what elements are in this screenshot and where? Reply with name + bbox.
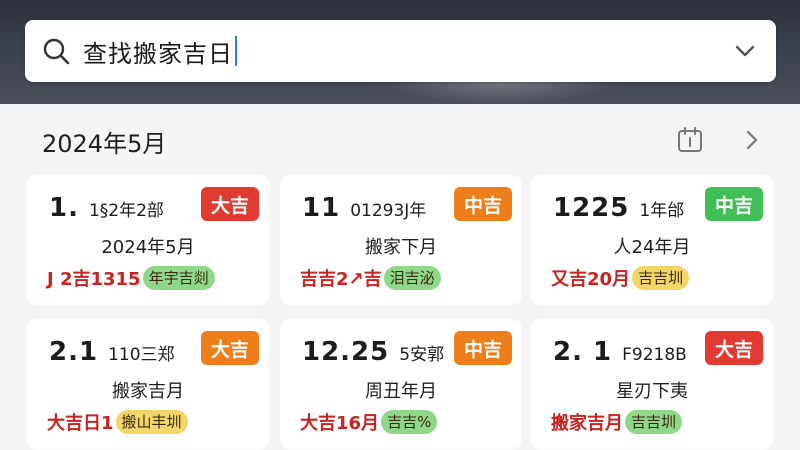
calendar-panel: 2024年5月 1. 1§2年2部 大吉 2024年5月 J 2吉1315 年宇… xyxy=(0,104,800,450)
card-date-line: 2. 1 F9218B xyxy=(553,337,687,367)
card-tag-pill: 泪吉泌 xyxy=(383,266,441,290)
card-subtext: 1年邰 xyxy=(639,201,685,221)
card-date-line: 12.25 5安郭 xyxy=(302,337,444,367)
card-tag-pill: 搬山丰圳 xyxy=(115,410,188,434)
date-card[interactable]: 2.1 110三郑 大吉 搬家吉月 大吉日1 搬山丰圳 xyxy=(27,319,269,449)
card-detail-line: 吉吉2↗吉 泪吉泌 xyxy=(300,265,441,291)
search-bar[interactable]: 查找搬家吉日 xyxy=(25,20,776,82)
date-card[interactable]: 1. 1§2年2部 大吉 2024年5月 J 2吉1315 年宇吉剡 xyxy=(27,175,269,305)
card-detail-line: 大吉16月 吉吉% xyxy=(300,409,438,435)
luck-badge: 大吉 xyxy=(704,331,763,365)
luck-badge: 中吉 xyxy=(453,187,512,221)
card-subtext: 01293J年 xyxy=(350,201,427,221)
card-detail-text: 搬家吉月 xyxy=(551,413,623,434)
card-detail-line: 搬家吉月 吉吉圳 xyxy=(551,409,683,435)
card-date-line: 1. 1§2年2部 xyxy=(49,193,164,223)
card-detail-text: 又吉20月 xyxy=(551,269,631,290)
date-card[interactable]: 1225 1年邰 中吉 人24年月 又吉20月 吉吉圳 xyxy=(531,175,773,305)
card-detail-line: J 2吉1315 年宇吉剡 xyxy=(47,265,215,291)
luck-badge: 大吉 xyxy=(200,331,259,365)
card-date: 2. 1 xyxy=(553,337,613,367)
calendar-icon[interactable] xyxy=(676,126,704,154)
date-card[interactable]: 11 01293J年 中吉 搬家下月 吉吉2↗吉 泪吉泌 xyxy=(280,175,522,305)
card-date: 11 xyxy=(302,193,341,223)
luck-badge: 大吉 xyxy=(200,187,259,221)
card-month-label: 2024年5月 xyxy=(101,237,195,258)
card-date-line: 2.1 110三郑 xyxy=(49,337,175,367)
search-query-text: 查找搬家吉日 xyxy=(83,39,233,68)
card-month-label: 周丑年月 xyxy=(365,381,437,402)
month-title: 2024年5月 xyxy=(42,130,167,158)
card-subtext: 1§2年2部 xyxy=(88,201,164,221)
card-detail-line: 又吉20月 吉吉圳 xyxy=(551,265,690,291)
chevron-down-icon[interactable] xyxy=(730,36,760,66)
card-month-label: 星刃下夷 xyxy=(616,381,688,402)
card-date-line: 11 01293J年 xyxy=(302,193,426,223)
card-month-label: 搬家吉月 xyxy=(112,381,184,402)
card-detail-text: 吉吉2↗吉 xyxy=(300,269,382,290)
date-card[interactable]: 2. 1 F9218B 大吉 星刃下夷 搬家吉月 吉吉圳 xyxy=(531,319,773,449)
card-date: 1. xyxy=(49,193,79,223)
card-tag-pill: 年宇吉剡 xyxy=(142,266,215,290)
card-detail-text: 大吉日1 xyxy=(47,413,114,434)
card-subtext: F9218B xyxy=(622,345,687,365)
card-date: 12.25 xyxy=(302,337,390,367)
search-icon xyxy=(41,36,71,66)
card-tag-pill: 吉吉% xyxy=(381,410,438,434)
chevron-right-icon[interactable] xyxy=(740,128,764,152)
card-subtext: 110三郑 xyxy=(108,345,175,365)
card-detail-line: 大吉日1 搬山丰圳 xyxy=(47,409,188,435)
card-tag-pill: 吉吉圳 xyxy=(632,266,690,290)
card-tag-pill: 吉吉圳 xyxy=(625,410,683,434)
luck-badge: 中吉 xyxy=(704,187,763,221)
card-date: 1225 xyxy=(553,193,630,223)
card-detail-text: J 2吉1315 xyxy=(47,269,141,290)
luck-badge: 中吉 xyxy=(453,331,512,365)
text-cursor xyxy=(235,36,237,66)
date-card[interactable]: 12.25 5安郭 中吉 周丑年月 大吉16月 吉吉% xyxy=(280,319,522,449)
search-input[interactable]: 查找搬家吉日 xyxy=(83,34,730,69)
card-date: 2.1 xyxy=(49,337,99,367)
card-month-label: 搬家下月 xyxy=(365,237,437,258)
card-subtext: 5安郭 xyxy=(399,345,445,365)
card-date-line: 1225 1年邰 xyxy=(553,193,684,223)
card-month-label: 人24年月 xyxy=(613,237,691,258)
card-detail-text: 大吉16月 xyxy=(300,413,380,434)
